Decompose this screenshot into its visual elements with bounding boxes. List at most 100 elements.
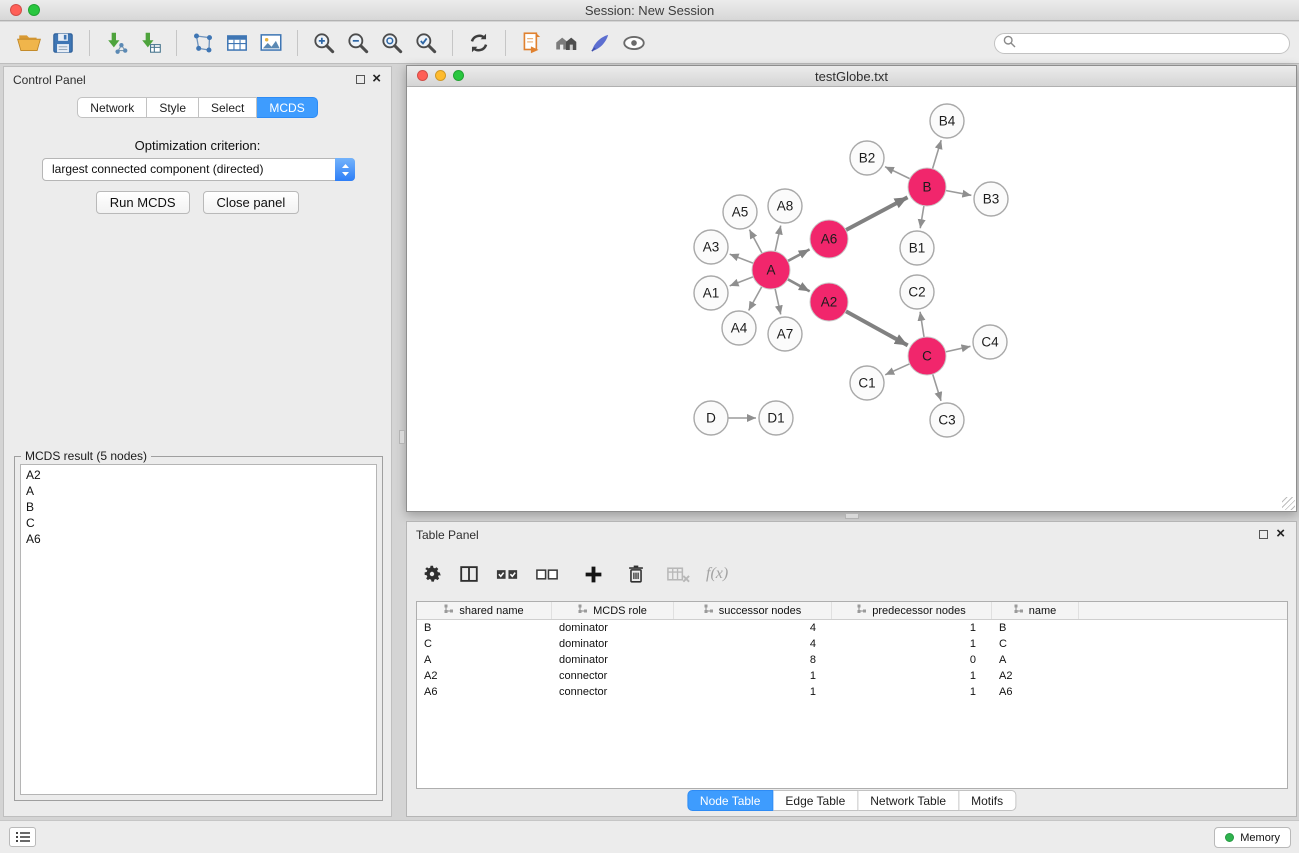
- new-table-icon[interactable]: [220, 27, 254, 59]
- graph-edge-A-A8[interactable]: [775, 226, 781, 252]
- zoom-in-icon[interactable]: [307, 27, 341, 59]
- column-chooser-icon[interactable]: [458, 563, 480, 585]
- mcds-result-list[interactable]: A2ABCA6: [20, 464, 377, 795]
- tab-network-table[interactable]: Network Table: [858, 790, 959, 811]
- graph-edge-B-B4[interactable]: [933, 140, 942, 169]
- graph-node-A6[interactable]: A6: [810, 220, 848, 258]
- result-item[interactable]: C: [21, 515, 376, 531]
- search-input[interactable]: [1021, 37, 1289, 51]
- table-settings-gear-icon[interactable]: [421, 563, 443, 585]
- graph-edge-B-B2[interactable]: [885, 167, 910, 179]
- graph-edge-A-A1[interactable]: [730, 277, 754, 286]
- tab-style[interactable]: Style: [147, 97, 199, 118]
- column-header-name[interactable]: name: [992, 602, 1079, 619]
- graph-edge-A-A4[interactable]: [749, 287, 762, 311]
- function-builder-button[interactable]: f(x): [706, 565, 728, 583]
- table-row[interactable]: A2connector11A2: [417, 668, 1287, 684]
- graph-node-A2[interactable]: A2: [810, 283, 848, 321]
- result-item[interactable]: A: [21, 483, 376, 499]
- graph-node-A5[interactable]: A5: [723, 195, 757, 229]
- network-window-titlebar[interactable]: testGlobe.txt: [407, 66, 1296, 87]
- node-table[interactable]: shared name MCDS role successor nodes pr…: [416, 601, 1288, 789]
- column-header-successor-nodes[interactable]: successor nodes: [674, 602, 832, 619]
- column-header-predecessor-nodes[interactable]: predecessor nodes: [832, 602, 992, 619]
- search-field[interactable]: [994, 33, 1290, 54]
- tab-mcds[interactable]: MCDS: [257, 97, 317, 118]
- graph-edge-A-A7[interactable]: [775, 289, 781, 315]
- graph-node-A[interactable]: A: [752, 251, 790, 289]
- graph-node-C3[interactable]: C3: [930, 403, 964, 437]
- float-panel-icon[interactable]: [356, 75, 365, 84]
- close-panel-button[interactable]: Close panel: [203, 191, 300, 214]
- export-document-icon[interactable]: [515, 27, 549, 59]
- graph-edge-C-C3[interactable]: [933, 374, 941, 401]
- new-network-icon[interactable]: [186, 27, 220, 59]
- close-panel-icon[interactable]: ×: [372, 70, 381, 88]
- result-item[interactable]: A6: [21, 531, 376, 547]
- tab-edge-table[interactable]: Edge Table: [773, 790, 858, 811]
- optimization-criterion-dropdown[interactable]: largest connected component (directed): [42, 158, 355, 181]
- save-session-icon[interactable]: [46, 27, 80, 59]
- graph-edge-A6-B[interactable]: [846, 197, 908, 230]
- run-mcds-button[interactable]: Run MCDS: [96, 191, 190, 214]
- deselect-all-columns-icon[interactable]: [535, 563, 560, 585]
- network-canvas[interactable]: B4B2BB3A5A8A6B1A3AC2A1A2A4A7C4CC1C3DD1: [407, 87, 1296, 511]
- graph-edge-A-A3[interactable]: [730, 254, 754, 263]
- memory-button[interactable]: Memory: [1214, 827, 1291, 848]
- graph-node-A8[interactable]: A8: [768, 189, 802, 223]
- zoom-selected-icon[interactable]: [409, 27, 443, 59]
- tab-network[interactable]: Network: [77, 97, 147, 118]
- graph-edge-B-B1[interactable]: [920, 206, 924, 229]
- graph-node-D[interactable]: D: [694, 401, 728, 435]
- graph-node-B4[interactable]: B4: [930, 104, 964, 138]
- table-row[interactable]: Bdominator41B: [417, 620, 1287, 636]
- column-header-shared-name[interactable]: shared name: [417, 602, 552, 619]
- open-file-icon[interactable]: [12, 27, 46, 59]
- column-header-mcds-role[interactable]: MCDS role: [552, 602, 674, 619]
- task-history-button[interactable]: [9, 827, 36, 847]
- import-network-from-file-icon[interactable]: [99, 27, 133, 59]
- network-graph[interactable]: B4B2BB3A5A8A6B1A3AC2A1A2A4A7C4CC1C3DD1: [407, 87, 1296, 511]
- tab-node-table[interactable]: Node Table: [687, 790, 774, 811]
- graph-edge-C-C1[interactable]: [885, 364, 909, 375]
- graph-edge-A-A6[interactable]: [788, 249, 810, 261]
- tab-select[interactable]: Select: [199, 97, 257, 118]
- split-pane-handle-horizontal[interactable]: [845, 513, 859, 519]
- graph-edge-A-A2[interactable]: [788, 279, 810, 291]
- graph-node-C4[interactable]: C4: [973, 325, 1007, 359]
- add-row-plus-icon[interactable]: [583, 564, 604, 585]
- zoom-fit-icon[interactable]: [375, 27, 409, 59]
- graph-node-B1[interactable]: B1: [900, 231, 934, 265]
- graph-edge-B-B3[interactable]: [946, 191, 972, 196]
- import-table-from-file-icon[interactable]: [133, 27, 167, 59]
- split-pane-handle-vertical[interactable]: [399, 430, 405, 444]
- table-row[interactable]: Adominator80A: [417, 652, 1287, 668]
- result-item[interactable]: B: [21, 499, 376, 515]
- graph-node-C1[interactable]: C1: [850, 366, 884, 400]
- annotation-pen-icon[interactable]: [583, 27, 617, 59]
- home-icon[interactable]: [549, 27, 583, 59]
- float-table-panel-icon[interactable]: [1259, 530, 1268, 539]
- minimize-network-window-button[interactable]: [435, 70, 446, 81]
- graph-node-A4[interactable]: A4: [722, 311, 756, 345]
- graph-edge-C-C2[interactable]: [920, 312, 924, 337]
- select-all-columns-icon[interactable]: [495, 563, 520, 585]
- graph-node-D1[interactable]: D1: [759, 401, 793, 435]
- graph-node-A3[interactable]: A3: [694, 230, 728, 264]
- zoom-out-icon[interactable]: [341, 27, 375, 59]
- zoom-window-button[interactable]: [28, 4, 40, 16]
- graph-node-C2[interactable]: C2: [900, 275, 934, 309]
- delete-row-trash-icon[interactable]: [625, 563, 647, 585]
- graph-node-A1[interactable]: A1: [694, 276, 728, 310]
- graph-edge-C-C4[interactable]: [946, 346, 971, 352]
- delete-table-icon[interactable]: [666, 563, 691, 585]
- tab-motifs[interactable]: Motifs: [959, 790, 1016, 811]
- zoom-network-window-button[interactable]: [453, 70, 464, 81]
- graph-node-C[interactable]: C: [908, 337, 946, 375]
- graph-edge-A2-C[interactable]: [846, 311, 908, 345]
- graph-node-B[interactable]: B: [908, 168, 946, 206]
- graph-node-B3[interactable]: B3: [974, 182, 1008, 216]
- graph-node-A7[interactable]: A7: [768, 317, 802, 351]
- graph-edge-A-A5[interactable]: [749, 230, 762, 254]
- close-window-button[interactable]: [10, 4, 22, 16]
